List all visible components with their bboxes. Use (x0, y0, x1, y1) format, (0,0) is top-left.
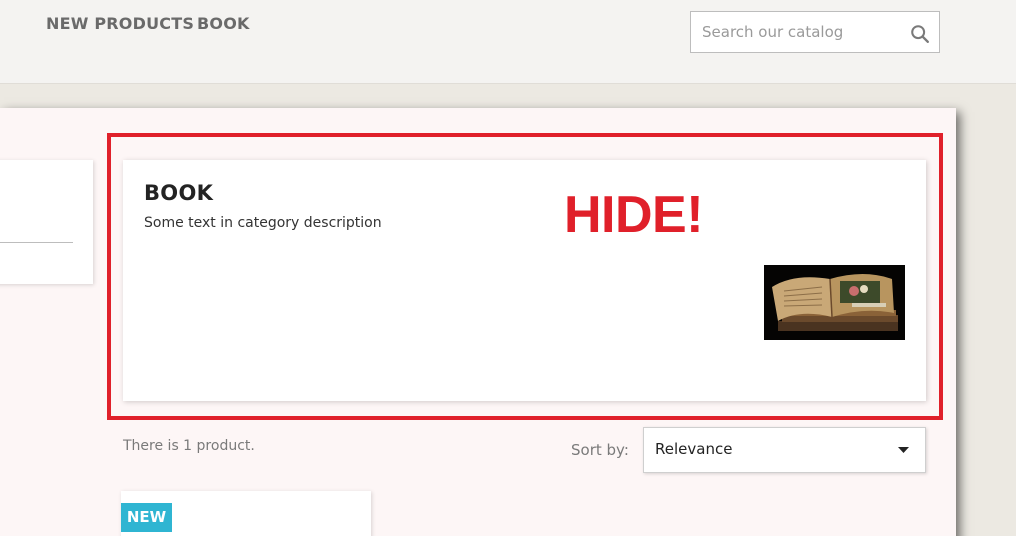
nav-new-products[interactable]: NEW PRODUCTS (46, 14, 194, 33)
product-card[interactable]: NEW (121, 491, 371, 536)
caret-down-icon (898, 447, 909, 453)
nav-book[interactable]: BOOK (197, 14, 250, 33)
sort-label: Sort by: (571, 441, 629, 459)
sort-dropdown[interactable]: Relevance (643, 427, 926, 473)
search-widget (690, 11, 940, 53)
search-icon[interactable] (909, 23, 931, 45)
sort-selected-value: Relevance (655, 440, 733, 458)
annotation-highlight-frame (107, 133, 943, 420)
product-count: There is 1 product. (123, 438, 255, 454)
new-badge: NEW (121, 503, 172, 532)
sidebar-divider (0, 242, 73, 243)
site-header: NEW PRODUCTS BOOK (0, 0, 1016, 84)
left-sidebar-block (0, 160, 93, 284)
search-input[interactable] (691, 12, 901, 52)
